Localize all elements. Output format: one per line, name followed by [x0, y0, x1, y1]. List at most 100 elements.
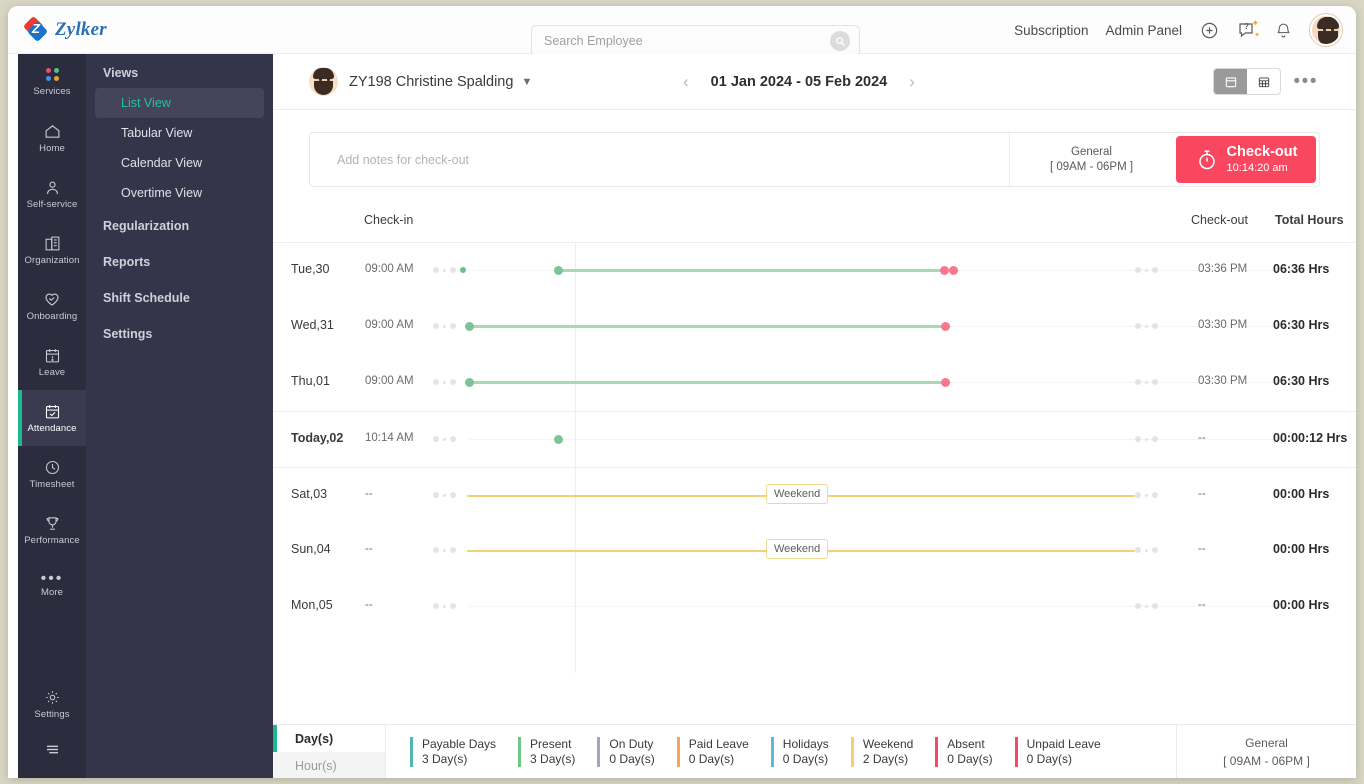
zylker-logo-icon: Z — [22, 15, 49, 42]
sidebar-item-performance[interactable]: Performance — [18, 502, 86, 558]
check-out-button[interactable]: Check-out 10:14:20 am — [1176, 136, 1316, 183]
search-input[interactable] — [544, 33, 814, 48]
weekend-badge: Weekend — [766, 484, 829, 504]
calendar-day-icon[interactable] — [1214, 69, 1247, 94]
help-chat-icon[interactable]: ? ✦ ✦ — [1236, 18, 1260, 40]
stat-paid-leave: Paid Leave 0 Day(s) — [676, 736, 749, 767]
search-box[interactable] — [531, 25, 860, 56]
subnav-item-list-view[interactable]: List View — [95, 88, 264, 118]
sidebar-label: Organization — [24, 254, 80, 266]
chevron-down-icon[interactable]: ▼ — [521, 76, 532, 88]
row-day-label: Today,02 — [291, 431, 344, 445]
row-checkout-time: -- — [1198, 432, 1206, 444]
date-range-text: 01 Jan 2024 - 05 Feb 2024 — [710, 73, 888, 90]
date-range-selector: ‹ 01 Jan 2024 - 05 Feb 2024 › — [683, 72, 915, 92]
row-track — [469, 606, 1305, 607]
sidebar-label: Performance — [24, 534, 80, 546]
app-window: Z Zylker Subscription Admin Panel — [8, 6, 1356, 778]
sidebar-item-services[interactable]: Services — [18, 54, 86, 110]
row-present-bar — [467, 381, 947, 384]
sidebar-item-attendance[interactable]: Attendance — [18, 390, 86, 446]
row-left-dots — [433, 379, 456, 385]
subnav-item-overtime-view[interactable]: Overtime View — [95, 178, 264, 208]
secondary-sidebar: Views List View Tabular View Calendar Vi… — [86, 54, 273, 778]
admin-panel-link[interactable]: Admin Panel — [1105, 23, 1182, 38]
row-left-dots — [433, 323, 456, 329]
unit-option-days[interactable]: Day(s) — [273, 725, 385, 752]
column-header-total-hours: Total Hours — [1275, 213, 1344, 227]
table-row[interactable]: Wed,31 09:00 AM 03:30 PM 06:30 Hrs — [273, 299, 1356, 355]
notification-bell-icon[interactable] — [1273, 20, 1293, 40]
summary-footer: Day(s) Hour(s) Payable Days 3 Day(s) Pre… — [273, 724, 1356, 778]
calendar-check-icon — [45, 404, 59, 418]
sidebar-item-menu-toggle[interactable] — [18, 732, 86, 766]
notes-field-wrap[interactable] — [310, 133, 1009, 186]
subnav-item-regularization[interactable]: Regularization — [86, 208, 273, 244]
table-row[interactable]: Mon,05 -- -- 00:00 Hrs — [273, 579, 1356, 635]
check-out-label: Check-out — [1226, 144, 1298, 160]
row-today-dot — [554, 435, 563, 444]
subnav-item-reports[interactable]: Reports — [86, 244, 273, 280]
row-day-label: Tue,30 — [291, 262, 330, 276]
stat-weekend: Weekend 2 Day(s) — [850, 736, 913, 767]
row-right-dots — [1135, 267, 1158, 273]
table-row[interactable]: Sat,03 -- Weekend -- 00:00 Hrs — [273, 467, 1356, 523]
row-bar-start-dot — [465, 322, 474, 331]
sidebar-item-self-service[interactable]: Self-service — [18, 166, 86, 222]
chevron-left-icon[interactable]: ‹ — [683, 72, 689, 92]
sidebar-item-timesheet[interactable]: Timesheet — [18, 446, 86, 502]
employee-avatar — [309, 67, 338, 96]
calendar-grid-icon[interactable] — [1247, 69, 1280, 94]
sidebar-label: More — [40, 587, 64, 598]
primary-sidebar: Services Home Self-service Organization — [18, 54, 86, 778]
row-checkout-time: 03:36 PM — [1198, 263, 1248, 275]
subnav-item-calendar-view[interactable]: Calendar View — [95, 148, 264, 178]
sidebar-item-organization[interactable]: Organization — [18, 222, 86, 278]
sidebar-item-home[interactable]: Home — [18, 110, 86, 166]
row-day-label: Wed,31 — [291, 318, 334, 332]
table-row[interactable]: Thu,01 09:00 AM 03:30 PM 06:30 Hrs — [273, 355, 1356, 411]
subnav-item-shift-schedule[interactable]: Shift Schedule — [86, 280, 273, 316]
employee-name[interactable]: ZY198 Christine Spalding — [349, 74, 513, 90]
row-right-dots — [1135, 547, 1158, 553]
plus-circle-icon[interactable] — [1199, 20, 1219, 40]
subscription-link[interactable]: Subscription — [1014, 23, 1088, 38]
stat-label: On Duty — [609, 736, 654, 751]
table-row[interactable]: Today,02 10:14 AM -- 00:00:12 Hrs — [273, 411, 1356, 467]
sidebar-item-onboarding[interactable]: Onboarding — [18, 278, 86, 334]
checkout-notes-input[interactable] — [337, 152, 942, 167]
subnav-item-settings[interactable]: Settings — [86, 316, 273, 352]
row-day-label: Sun,04 — [291, 542, 331, 556]
calendar-leave-icon — [45, 348, 59, 362]
top-bar: Z Zylker Subscription Admin Panel — [8, 6, 1356, 56]
row-checkin-time: 10:14 AM — [365, 432, 414, 444]
table-row[interactable]: Sun,04 -- Weekend -- 00:00 Hrs — [273, 523, 1356, 579]
stat-absent: Absent 0 Day(s) — [935, 736, 993, 767]
row-left-dots — [433, 603, 456, 609]
table-row[interactable]: Tue,30 09:00 AM 03:36 PM 06:36 Hrs — [273, 243, 1356, 299]
row-bar-start-dot — [554, 266, 563, 275]
sidebar-item-settings[interactable]: Settings — [18, 676, 86, 732]
row-day-label: Sat,03 — [291, 487, 328, 501]
stat-label: Paid Leave — [688, 736, 749, 751]
sidebar-item-more[interactable]: ••• More — [18, 558, 86, 614]
subnav-item-tabular-view[interactable]: Tabular View — [95, 118, 264, 148]
chevron-right-icon[interactable]: › — [909, 72, 915, 92]
ellipsis-horizontal-icon[interactable]: ••• — [1294, 71, 1318, 93]
row-checkin-time: 09:00 AM — [365, 375, 414, 387]
unit-option-hours[interactable]: Hour(s) — [273, 752, 385, 778]
row-checkin-time: -- — [365, 543, 373, 555]
user-avatar[interactable] — [1310, 14, 1342, 46]
stat-value: 0 Day(s) — [609, 751, 655, 766]
row-checkout-time: -- — [1198, 488, 1206, 500]
sidebar-label: Attendance — [27, 422, 77, 434]
stat-value: 0 Day(s) — [947, 751, 993, 766]
sidebar-item-leave[interactable]: Leave — [18, 334, 86, 390]
stat-unpaid-leave: Unpaid Leave 0 Day(s) — [1014, 736, 1101, 767]
sidebar-label: Self-service — [26, 198, 78, 210]
row-track — [469, 439, 1305, 440]
brand-logo[interactable]: Z Zylker — [22, 15, 226, 42]
stat-value: 0 Day(s) — [1026, 751, 1072, 766]
column-header-checkin: Check-in — [364, 213, 414, 227]
search-icon[interactable] — [830, 31, 850, 51]
